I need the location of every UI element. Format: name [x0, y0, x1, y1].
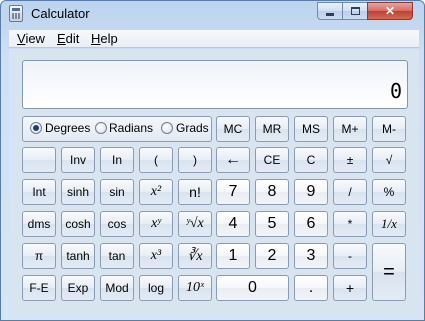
int-button[interactable]: Int — [22, 179, 56, 205]
ce-button[interactable]: CE — [255, 147, 289, 173]
menu-edit-accelerator: E — [57, 31, 66, 46]
sqrt-button[interactable]: √ — [372, 147, 406, 173]
close-button[interactable]: ✕ — [367, 2, 413, 20]
calculator-body: 0 Degrees Radians Grads MC MR MS M+ M- I… — [9, 49, 419, 316]
multiply-button[interactable]: * — [333, 211, 367, 237]
m-minus-button[interactable]: M- — [372, 116, 406, 142]
radio-grads[interactable] — [161, 122, 173, 134]
dms-button[interactable]: dms — [22, 211, 56, 237]
exp-button[interactable]: Exp — [61, 275, 95, 301]
x-pow-y-button[interactable]: xʸ — [139, 211, 173, 237]
add-button[interactable]: + — [333, 275, 367, 301]
divide-button[interactable]: / — [333, 179, 367, 205]
label-degrees: Degrees — [45, 121, 91, 135]
digit-0-button[interactable]: 0 — [216, 275, 289, 301]
window-title: Calculator — [31, 6, 90, 21]
log-button[interactable]: log — [139, 275, 173, 301]
mr-button[interactable]: MR — [255, 116, 289, 142]
fe-button[interactable]: F-E — [22, 275, 56, 301]
factorial-button[interactable]: n! — [178, 179, 212, 205]
close-icon: ✕ — [384, 4, 396, 18]
result-display: 0 — [22, 60, 408, 109]
digit-2-button[interactable]: 2 — [255, 243, 289, 269]
digit-6-button[interactable]: 6 — [294, 211, 328, 237]
maximize-icon — [350, 7, 360, 15]
digit-8-button[interactable]: 8 — [255, 179, 289, 205]
inv-button[interactable]: Inv — [61, 147, 95, 173]
reciprocal-button[interactable]: 1/x — [372, 211, 406, 237]
c-button[interactable]: C — [294, 147, 328, 173]
ln-button[interactable]: In — [100, 147, 134, 173]
tanh-button[interactable]: tanh — [61, 243, 95, 269]
radio-radians[interactable] — [95, 122, 107, 134]
menu-edit[interactable]: Edit — [57, 31, 79, 46]
tan-button[interactable]: tan — [100, 243, 134, 269]
m-plus-button[interactable]: M+ — [333, 116, 367, 142]
digit-7-button[interactable]: 7 — [216, 179, 250, 205]
digit-3-button[interactable]: 3 — [294, 243, 328, 269]
x-squared-button[interactable]: x² — [139, 179, 173, 205]
decimal-button[interactable]: . — [294, 275, 328, 301]
close-paren-button[interactable]: ) — [178, 147, 212, 173]
menu-help-accelerator: H — [91, 31, 101, 46]
minimize-icon — [326, 12, 334, 16]
cube-root-button[interactable]: ∛x — [178, 243, 212, 269]
open-paren-button[interactable]: ( — [139, 147, 173, 173]
menu-edit-label: dit — [65, 31, 80, 46]
digit-4-button[interactable]: 4 — [216, 211, 250, 237]
radio-degrees[interactable] — [30, 122, 42, 134]
cosh-button[interactable]: cosh — [61, 211, 95, 237]
pi-button[interactable]: π — [22, 243, 56, 269]
x-cubed-button[interactable]: x³ — [139, 243, 173, 269]
plus-minus-button[interactable]: ± — [333, 147, 367, 173]
calculator-window: Calculator ✕ View Edit Help 0 Degrees Ra… — [0, 0, 425, 321]
mod-button[interactable]: Mod — [100, 275, 134, 301]
label-radians: Radians — [109, 121, 154, 135]
menu-help[interactable]: Help — [91, 31, 118, 46]
y-root-x-button[interactable]: ʸ√x — [178, 211, 212, 237]
backspace-button[interactable]: ← — [216, 147, 250, 173]
calculator-app-icon — [9, 5, 23, 22]
menu-help-label: elp — [100, 31, 118, 46]
subtract-button[interactable]: - — [333, 243, 367, 269]
maximize-button[interactable] — [342, 2, 368, 20]
percent-button[interactable]: % — [372, 179, 406, 205]
title-bar: Calculator ✕ — [1, 1, 424, 27]
angle-mode-group: Degrees Radians Grads — [22, 116, 212, 142]
ms-button[interactable]: MS — [294, 116, 328, 142]
cos-button[interactable]: cos — [100, 211, 134, 237]
display-value: 0 — [389, 79, 402, 103]
ten-pow-x-button[interactable]: 10ˣ — [178, 275, 212, 301]
digit-9-button[interactable]: 9 — [294, 179, 328, 205]
label-grads: Grads — [176, 121, 209, 135]
digit-5-button[interactable]: 5 — [255, 211, 289, 237]
mc-button[interactable]: MC — [216, 116, 250, 142]
digit-1-button[interactable]: 1 — [216, 243, 250, 269]
sin-button[interactable]: sin — [100, 179, 134, 205]
sinh-button[interactable]: sinh — [61, 179, 95, 205]
equals-button[interactable]: = — [372, 243, 406, 301]
menu-view[interactable]: View — [17, 31, 45, 46]
minimize-button[interactable] — [317, 2, 343, 20]
blank-button — [22, 147, 56, 173]
menu-view-label: iew — [25, 31, 45, 46]
menu-bar: View Edit Help — [9, 30, 419, 48]
